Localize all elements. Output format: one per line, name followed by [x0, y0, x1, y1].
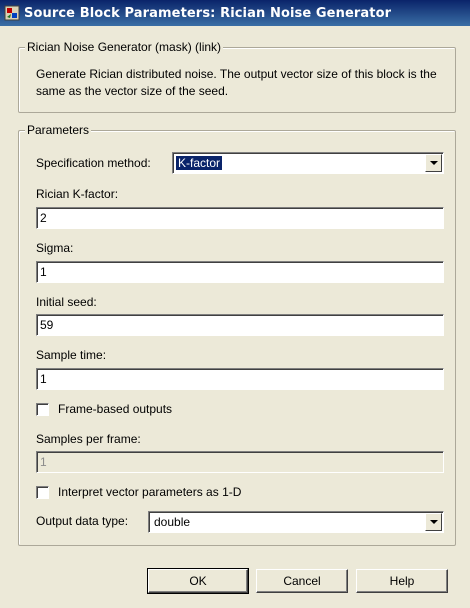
parameters-group-title: Parameters	[25, 123, 92, 137]
simulink-block-icon	[4, 5, 20, 21]
samples-per-frame-input[interactable]: 1	[36, 451, 444, 473]
seed-label: Initial seed:	[36, 295, 97, 309]
sample-time-label: Sample time:	[36, 348, 107, 362]
interpret-1d-checkbox[interactable]	[36, 486, 49, 499]
seed-input[interactable]: 59	[36, 314, 444, 336]
cancel-button[interactable]: Cancel	[256, 569, 348, 593]
sample-time-input[interactable]: 1	[36, 368, 444, 390]
sigma-label: Sigma:	[36, 241, 74, 255]
chevron-down-icon[interactable]	[425, 154, 442, 172]
samples-per-frame-label: Samples per frame:	[36, 432, 141, 446]
output-type-value: double	[154, 515, 191, 529]
spec-method-value: K-factor	[174, 155, 224, 171]
ok-button[interactable]: OK	[147, 568, 249, 594]
spec-method-dropdown[interactable]: K-factor	[172, 152, 444, 174]
help-button[interactable]: Help	[356, 569, 448, 593]
interpret-1d-label[interactable]: Interpret vector parameters as 1-D	[58, 485, 241, 499]
window-title: Source Block Parameters: Rician Noise Ge…	[24, 5, 392, 21]
spec-method-label: Specification method:	[36, 156, 151, 170]
title-bar[interactable]: Source Block Parameters: Rician Noise Ge…	[0, 0, 470, 26]
block-description: Generate Rician distributed noise. The o…	[36, 67, 437, 98]
frame-based-checkbox[interactable]	[36, 403, 49, 416]
k-factor-input[interactable]: 2	[36, 207, 444, 229]
chevron-down-icon[interactable]	[425, 513, 442, 531]
frame-based-label[interactable]: Frame-based outputs	[58, 402, 172, 416]
output-type-label: Output data type:	[36, 514, 129, 528]
mask-group-title: Rician Noise Generator (mask) (link)	[25, 40, 224, 54]
sigma-input[interactable]: 1	[36, 261, 444, 283]
output-type-dropdown[interactable]: double	[148, 511, 444, 533]
k-factor-label: Rician K-factor:	[36, 187, 119, 201]
